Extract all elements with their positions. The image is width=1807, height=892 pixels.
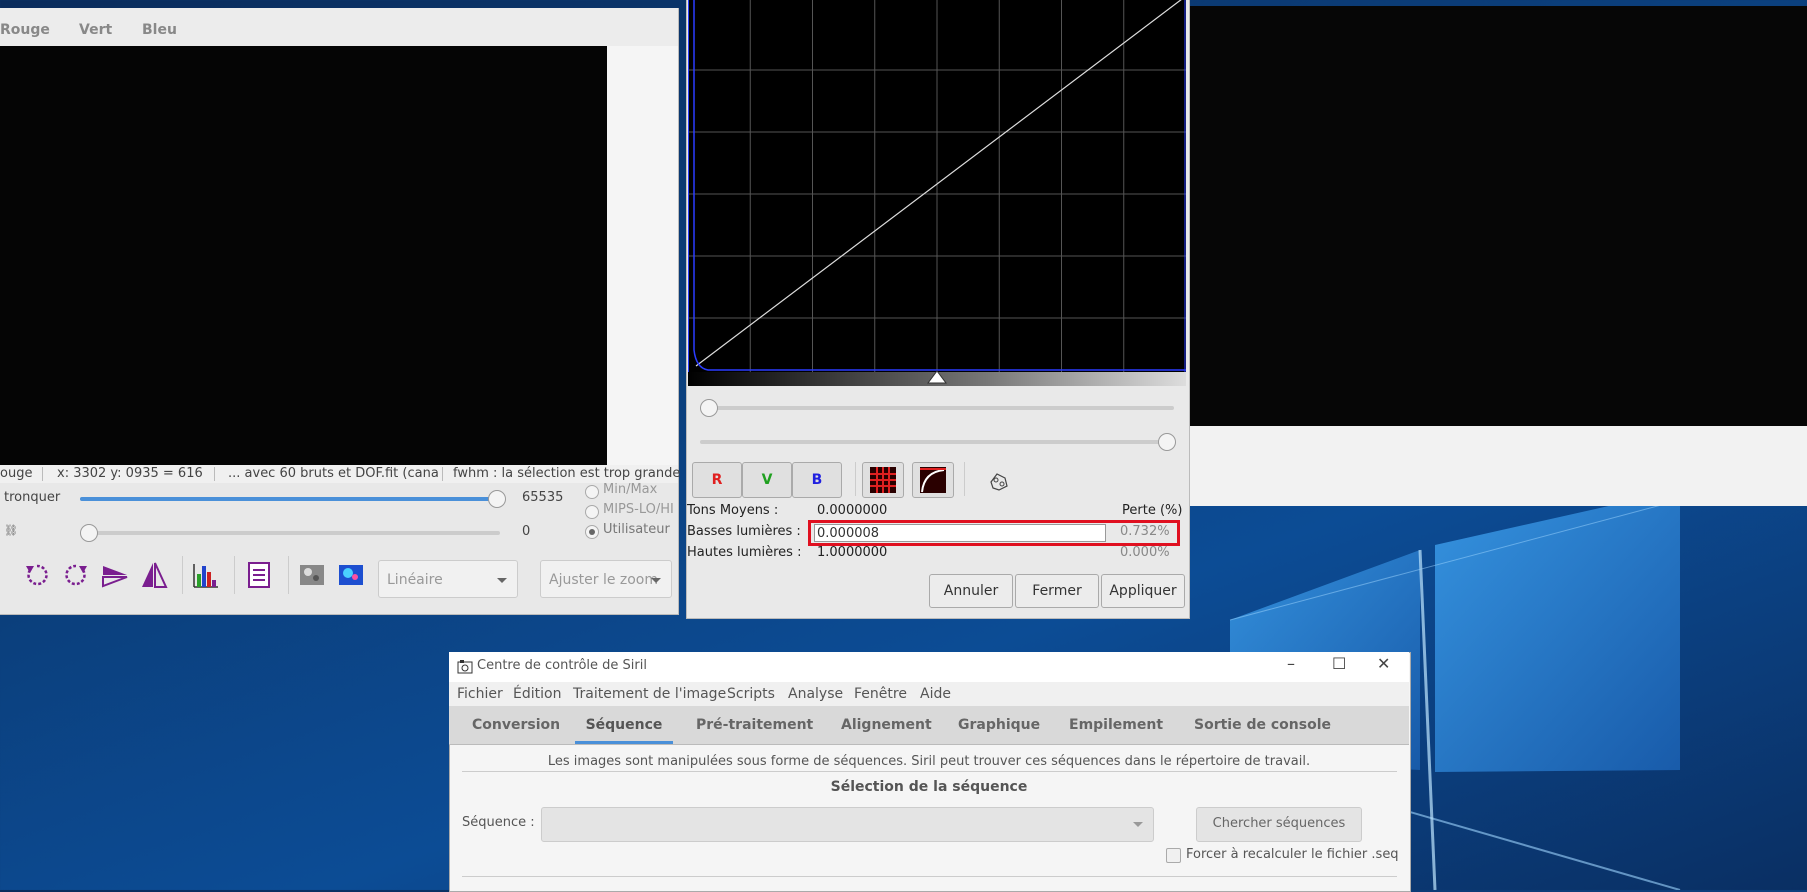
highlights-slider-track[interactable] bbox=[700, 440, 1174, 444]
menu-fenetre[interactable]: Fenêtre bbox=[854, 682, 907, 706]
radio-mips-label: MIPS-LO/HI bbox=[603, 502, 674, 517]
low-slider-track[interactable] bbox=[80, 531, 500, 535]
tab-empilement[interactable]: Empilement bbox=[1069, 706, 1163, 744]
status-bar: ouge x: 3302 y: 0935 = 616 ... avec 60 b… bbox=[0, 465, 681, 483]
sequence-label: Séquence : bbox=[462, 815, 535, 830]
left-image-canvas[interactable] bbox=[0, 46, 607, 465]
menu-bar: Fichier Édition Traitement de l'image Sc… bbox=[449, 682, 1409, 706]
tab-sequence[interactable]: Séquence bbox=[575, 706, 673, 744]
low-slider-knob[interactable] bbox=[80, 524, 98, 542]
zoom-value: Ajuster le zoom bbox=[549, 572, 659, 588]
menu-traitement[interactable]: Traitement de l'image bbox=[573, 682, 726, 706]
close-icon[interactable]: ✕ bbox=[1377, 654, 1390, 673]
shadows-slider-track[interactable] bbox=[700, 406, 1174, 410]
tab-vert[interactable]: Vert bbox=[79, 16, 112, 46]
grid-toggle-button[interactable] bbox=[862, 462, 904, 498]
search-sequences-button[interactable]: Chercher séquences bbox=[1196, 807, 1362, 842]
rotate-left-icon[interactable] bbox=[22, 560, 52, 590]
curve-icon bbox=[920, 467, 946, 493]
tab-bleu[interactable]: Bleu bbox=[142, 16, 177, 46]
tab-console[interactable]: Sortie de console bbox=[1194, 706, 1331, 744]
divider bbox=[462, 771, 1397, 772]
shadows-label: Basses lumières : bbox=[687, 524, 801, 539]
curve-toggle-button[interactable] bbox=[912, 462, 954, 498]
tab-rouge[interactable]: Rouge bbox=[0, 16, 50, 49]
recompute-checkbox[interactable] bbox=[1166, 848, 1181, 863]
radio-user[interactable] bbox=[585, 525, 599, 539]
midtones-value: 0.0000000 bbox=[817, 503, 888, 518]
section-title: Sélection de la séquence bbox=[830, 779, 1028, 795]
highlights-label: Hautes lumières : bbox=[687, 545, 802, 560]
canvas-margin bbox=[607, 46, 678, 465]
loss-header: Perte (%) bbox=[1122, 503, 1183, 518]
siril-tabs: Conversion Séquence Pré-traitement Align… bbox=[449, 706, 1409, 745]
minimize-icon[interactable]: – bbox=[1287, 654, 1295, 673]
radio-minmax-label: Min/Max bbox=[603, 482, 658, 497]
mirror-horizontal-icon[interactable] bbox=[100, 560, 130, 590]
maximize-icon[interactable]: ☐ bbox=[1332, 654, 1346, 673]
mirror-vertical-icon[interactable] bbox=[139, 560, 169, 590]
close-button[interactable]: Fermer bbox=[1015, 574, 1099, 608]
shadows-slider-knob[interactable] bbox=[700, 399, 718, 417]
rotate-right-icon[interactable] bbox=[61, 560, 91, 590]
tab-alignement[interactable]: Alignement bbox=[841, 706, 932, 744]
app-icon bbox=[457, 660, 473, 674]
radio-mips[interactable] bbox=[585, 505, 599, 519]
display-mode-combo[interactable]: Linéaire bbox=[378, 560, 518, 598]
low-slider-value: 0 bbox=[522, 524, 531, 539]
info-text: Les images sont manipulées sous forme de… bbox=[547, 754, 1311, 769]
midtones-marker[interactable] bbox=[927, 370, 947, 384]
display-mode-value: Linéaire bbox=[387, 572, 443, 588]
cancel-button[interactable]: Annuler bbox=[929, 574, 1013, 608]
channel-red-button[interactable]: R bbox=[692, 462, 742, 498]
highlights-loss: 0.000% bbox=[1120, 545, 1170, 560]
high-slider-value: 65535 bbox=[522, 490, 564, 505]
channel-tabs: Rouge Vert Bleu bbox=[0, 8, 678, 49]
menu-analyse[interactable]: Analyse bbox=[788, 682, 843, 706]
chevron-down-icon bbox=[1133, 822, 1143, 827]
menu-fichier[interactable]: Fichier bbox=[457, 682, 503, 706]
highlight-box bbox=[808, 520, 1180, 546]
high-slider-knob[interactable] bbox=[487, 490, 506, 508]
sequence-combo[interactable] bbox=[541, 807, 1154, 842]
grayscale-preview-icon[interactable] bbox=[297, 560, 327, 590]
highlights-slider-knob[interactable] bbox=[1158, 433, 1176, 451]
checklist-icon[interactable] bbox=[244, 560, 274, 590]
apply-button[interactable]: Appliquer bbox=[1101, 574, 1185, 608]
high-slider-fill bbox=[80, 497, 496, 501]
tab-pretraitement[interactable]: Pré-traitement bbox=[696, 706, 813, 744]
right-image-canvas[interactable] bbox=[1188, 6, 1807, 426]
tab-conversion[interactable]: Conversion bbox=[472, 706, 560, 744]
radio-user-label: Utilisateur bbox=[603, 522, 670, 537]
window-title: Centre de contrôle de Siril bbox=[477, 658, 647, 673]
color-preview-icon[interactable] bbox=[336, 560, 366, 590]
channel-green-button[interactable]: V bbox=[742, 462, 792, 498]
radio-minmax[interactable] bbox=[585, 485, 599, 499]
divider bbox=[462, 876, 1397, 877]
menu-scripts[interactable]: Scripts bbox=[727, 682, 775, 706]
histogram-plot[interactable] bbox=[688, 0, 1186, 372]
chevron-down-icon bbox=[497, 578, 507, 583]
chevron-down-icon bbox=[651, 578, 661, 583]
menu-edition[interactable]: Édition bbox=[513, 682, 561, 706]
highlights-value: 1.0000000 bbox=[817, 545, 888, 560]
auto-stretch-icon[interactable] bbox=[987, 470, 1011, 492]
high-slider-label: tronquer bbox=[4, 490, 61, 505]
tab-graphique[interactable]: Graphique bbox=[958, 706, 1040, 744]
siril-titlebar[interactable]: Centre de contrôle de Siril – ☐ ✕ bbox=[449, 652, 1409, 683]
channel-blue-button[interactable]: B bbox=[792, 462, 842, 498]
recompute-label: Forcer à recalculer le fichier .seq bbox=[1186, 847, 1399, 862]
menu-aide[interactable]: Aide bbox=[920, 682, 951, 706]
link-icon[interactable]: ⛓ bbox=[4, 524, 18, 537]
histogram-icon[interactable] bbox=[191, 560, 221, 590]
grid-icon bbox=[870, 467, 896, 493]
status-coords: x: 3302 y: 0935 = 616 bbox=[57, 466, 203, 481]
zoom-combo[interactable]: Ajuster le zoom bbox=[540, 560, 672, 598]
midtones-label: Tons Moyens : bbox=[687, 503, 779, 518]
status-file: ... avec 60 bruts et DOF.fit (cana bbox=[228, 466, 439, 481]
histogram-curve bbox=[693, 0, 1186, 371]
status-message: fwhm : la sélection est trop grande bbox=[453, 466, 681, 481]
status-channel: ouge bbox=[0, 466, 33, 481]
transfer-curve bbox=[695, 0, 1182, 367]
